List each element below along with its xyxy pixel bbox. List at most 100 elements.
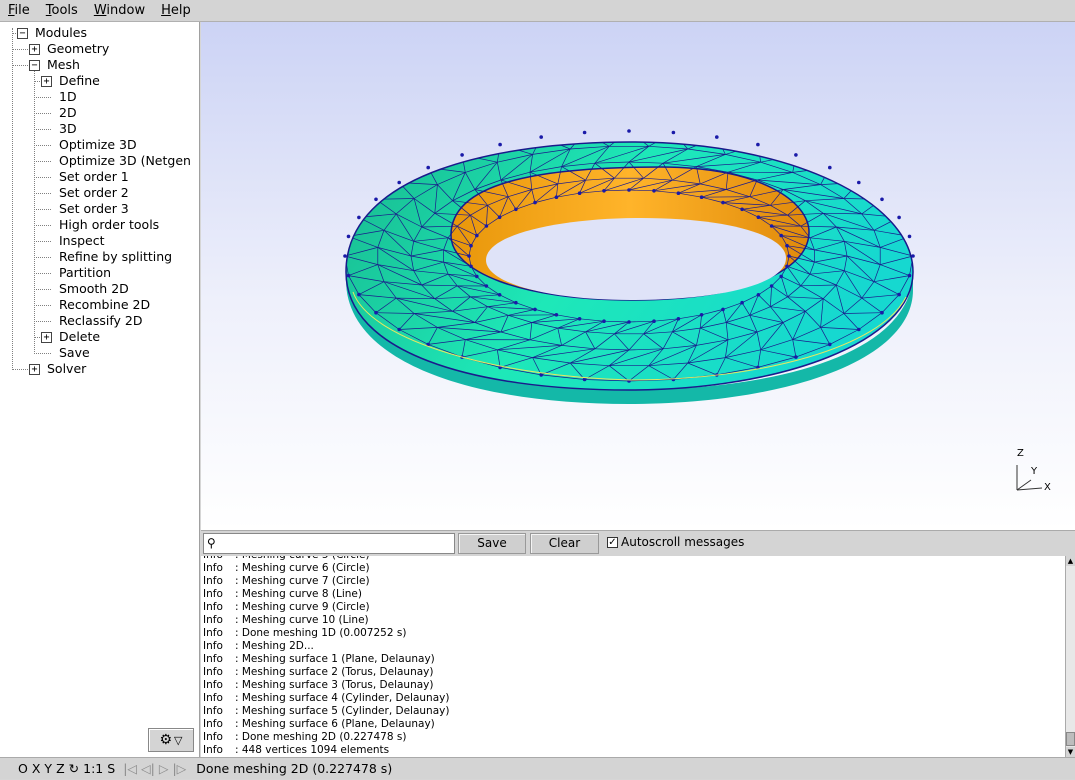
screenshot-button[interactable]: S — [105, 758, 117, 780]
tree-item-partition[interactable]: Partition — [59, 265, 111, 281]
message-toolbar: ⚲ Save Clear ✓ Autoscroll messages — [201, 530, 1075, 556]
torus-mesh-render — [201, 22, 1075, 530]
torus-hole — [486, 218, 786, 300]
tree-item-delete[interactable]: Delete — [59, 329, 100, 345]
rotate-icon[interactable]: ↻ — [67, 758, 81, 780]
scale-1-1-button[interactable]: 1:1 — [81, 758, 105, 780]
log-level: Info — [203, 562, 235, 575]
log-level: Info — [203, 601, 235, 614]
menu-file[interactable]: File — [0, 0, 38, 22]
tree-item-set-order-2[interactable]: Set order 2 — [59, 185, 129, 201]
orthographic-button[interactable]: O — [0, 758, 30, 780]
log-level: Info — [203, 666, 235, 679]
collapse-icon[interactable]: − — [29, 60, 40, 71]
scroll-up-arrow-icon[interactable]: ▲ — [1066, 556, 1075, 566]
tree-item-inspect[interactable]: Inspect — [59, 233, 105, 249]
log-text: : Meshing surface 1 (Plane, Delaunay) — [235, 653, 435, 665]
tree-item-solver[interactable]: Solver — [47, 361, 86, 377]
log-level: Info — [203, 679, 235, 692]
menu-tools[interactable]: Tools — [38, 0, 86, 22]
tree-branch — [34, 241, 51, 242]
tree-branch — [12, 49, 28, 50]
menu-window[interactable]: Window — [86, 0, 153, 22]
log-line: Info: Done meshing 2D (0.227478 s) — [201, 731, 1065, 744]
nav-next-icon[interactable]: |▷ — [170, 758, 188, 780]
log-level: Info — [203, 744, 235, 757]
tree-item-1d[interactable]: 1D — [59, 89, 77, 105]
log-level: Info — [203, 614, 235, 627]
status-message: Done meshing 2D (0.227478 s) — [188, 758, 394, 780]
log-level: Info — [203, 718, 235, 731]
graphics-viewport[interactable]: Z Y X — [201, 22, 1075, 530]
message-search-field[interactable]: ⚲ — [203, 533, 455, 554]
tree-item-high-order-tools[interactable]: High order tools — [59, 217, 159, 233]
nav-first-icon[interactable]: |◁ — [117, 758, 139, 780]
view-x-button[interactable]: X — [30, 758, 43, 780]
expand-icon[interactable]: + — [41, 76, 52, 87]
log-text: : Meshing curve 7 (Circle) — [235, 575, 370, 587]
scroll-thumb[interactable] — [1066, 732, 1075, 746]
tree-branch — [34, 305, 51, 306]
log-line: Info: Meshing 2D... — [201, 640, 1065, 653]
tree-branch — [34, 129, 51, 130]
log-text: : Meshing curve 10 (Line) — [235, 614, 369, 626]
nav-prev-icon[interactable]: ◁| — [139, 758, 157, 780]
expand-icon[interactable]: + — [29, 44, 40, 55]
tree-branch — [34, 113, 51, 114]
tree-item-smooth-2d[interactable]: Smooth 2D — [59, 281, 129, 297]
module-tree: − Modules + Geometry − Mesh + Define1D2D3… — [0, 22, 200, 757]
log-text: : Meshing surface 5 (Cylinder, Delaunay) — [235, 705, 449, 717]
log-line: Info: Meshing surface 4 (Cylinder, Delau… — [201, 692, 1065, 705]
log-text: : Done meshing 2D (0.227478 s) — [235, 731, 406, 743]
menu-help[interactable]: Help — [153, 0, 199, 22]
autoscroll-toggle[interactable]: ✓ Autoscroll messages — [607, 535, 744, 549]
tree-item-modules[interactable]: Modules — [35, 25, 87, 41]
message-log[interactable]: Info: Meshing curve 5 (Circle)Info: Mesh… — [201, 556, 1065, 757]
nav-play-icon[interactable]: ▷ — [157, 758, 171, 780]
menu-bar: File Tools Window Help — [0, 0, 1075, 22]
log-line: Info: Meshing surface 3 (Torus, Delaunay… — [201, 679, 1065, 692]
collapse-icon[interactable]: − — [17, 28, 28, 39]
tree-branch — [34, 193, 51, 194]
tree-item-set-order-3[interactable]: Set order 3 — [59, 201, 129, 217]
tree-item-2d[interactable]: 2D — [59, 105, 77, 121]
tree-item-reclassify-2d[interactable]: Reclassify 2D — [59, 313, 142, 329]
scroll-down-arrow-icon[interactable]: ▼ — [1066, 747, 1075, 757]
log-level: Info — [203, 627, 235, 640]
clear-messages-button[interactable]: Clear — [530, 533, 599, 554]
tree-branch — [34, 273, 51, 274]
log-level: Info — [203, 640, 235, 653]
tree-item-mesh[interactable]: Mesh — [47, 57, 80, 73]
expand-icon[interactable]: + — [41, 332, 52, 343]
tree-item-define[interactable]: Define — [59, 73, 100, 89]
view-y-button[interactable]: Y — [42, 758, 54, 780]
tree-branch — [34, 289, 51, 290]
log-line: Info: Meshing surface 1 (Plane, Delaunay… — [201, 653, 1065, 666]
tree-branch — [34, 145, 51, 146]
tree-branch — [34, 177, 51, 178]
tree-item-optimize-3d[interactable]: Optimize 3D — [59, 137, 137, 153]
tree-branch — [34, 225, 51, 226]
log-level: Info — [203, 588, 235, 601]
tree-item-3d[interactable]: 3D — [59, 121, 77, 137]
tree-item-save[interactable]: Save — [59, 345, 90, 361]
tree-item-optimize-3d-netgen[interactable]: Optimize 3D (Netgen — [59, 153, 191, 169]
log-text: : Meshing 2D... — [235, 640, 314, 652]
log-scrollbar[interactable]: ▲ ▼ — [1065, 556, 1075, 757]
tree-item-refine-by-splitting[interactable]: Refine by splitting — [59, 249, 172, 265]
log-line: Info: Meshing surface 2 (Torus, Delaunay… — [201, 666, 1065, 679]
axis-x-label: X — [1044, 482, 1051, 493]
expand-icon[interactable]: + — [29, 364, 40, 375]
tree-item-geometry[interactable]: Geometry — [47, 41, 109, 57]
tree-item-set-order-1[interactable]: Set order 1 — [59, 169, 129, 185]
log-line: Info: 448 vertices 1094 elements — [201, 744, 1065, 757]
tree-branch — [34, 321, 51, 322]
gear-icon: ⚙ — [159, 732, 172, 748]
settings-button[interactable]: ⚙ ▽ — [148, 728, 194, 752]
save-messages-button[interactable]: Save — [458, 533, 526, 554]
tree-branch — [34, 209, 51, 210]
log-line: Info: Meshing curve 6 (Circle) — [201, 562, 1065, 575]
view-z-button[interactable]: Z — [54, 758, 67, 780]
tree-item-recombine-2d[interactable]: Recombine 2D — [59, 297, 150, 313]
autoscroll-checkbox[interactable]: ✓ — [607, 537, 618, 548]
